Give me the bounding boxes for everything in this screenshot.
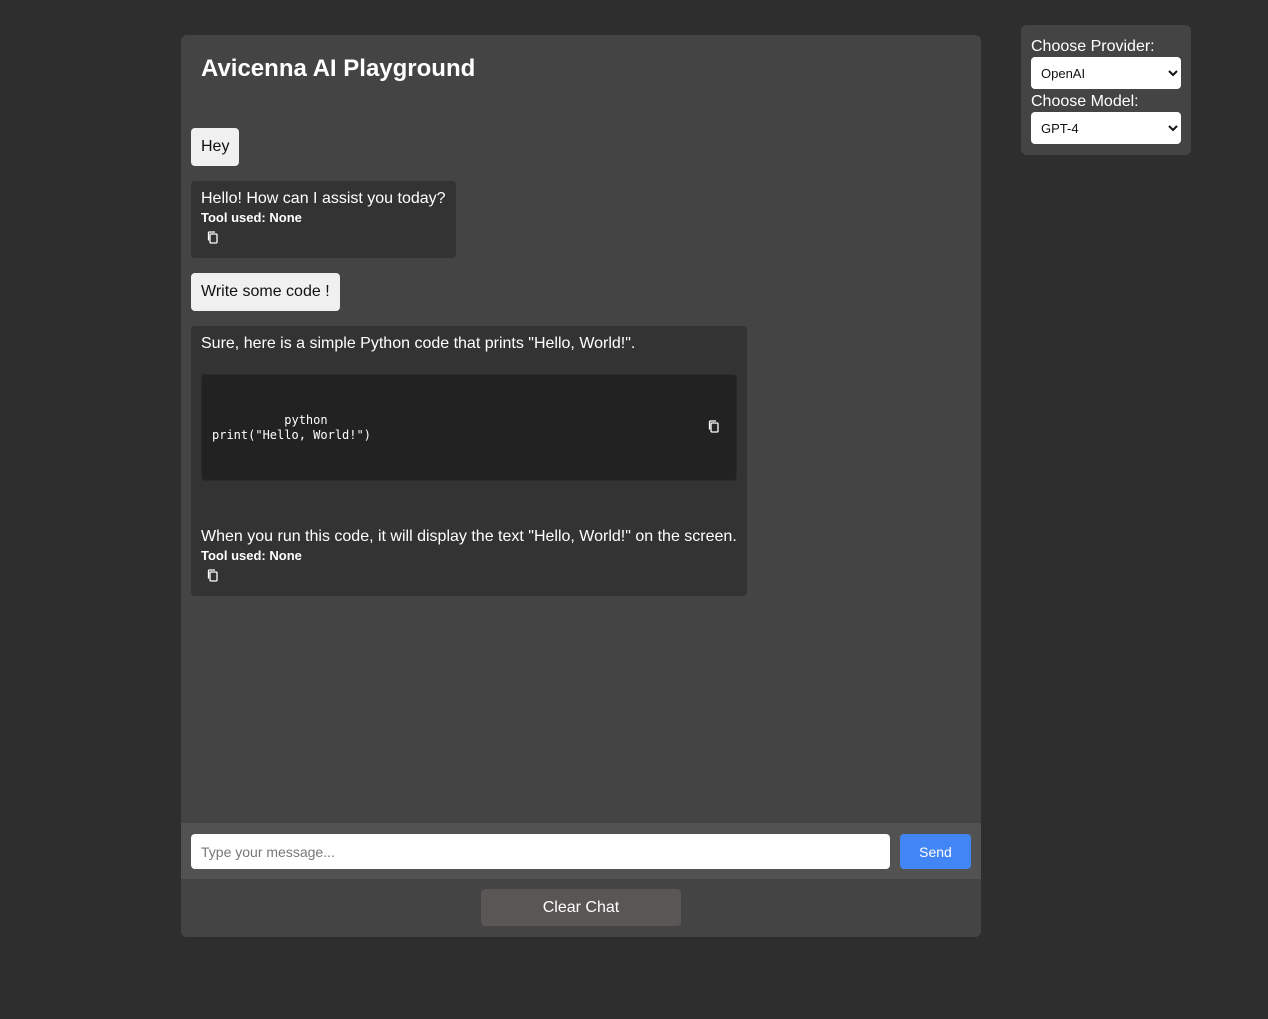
user-message: Hey <box>191 128 240 166</box>
copy-icon[interactable] <box>706 389 722 433</box>
message-text: Hello! How can I assist you today? <box>201 190 446 207</box>
provider-select[interactable]: OpenAI <box>1031 57 1181 89</box>
send-button[interactable]: Send <box>900 834 971 869</box>
tool-used-label: Tool used: None <box>201 548 302 563</box>
message-input[interactable] <box>191 834 890 869</box>
input-bar: Send <box>181 823 981 879</box>
message-text: When you run this code, it will display … <box>201 528 737 545</box>
settings-panel: Choose Provider: OpenAI Choose Model: GP… <box>1021 25 1191 155</box>
message-text: Write some code ! <box>201 283 330 300</box>
page-title: Avicenna AI Playground <box>201 55 476 82</box>
code-block: python print("Hello, World!") <box>201 374 737 481</box>
copy-icon[interactable] <box>205 568 221 584</box>
copy-icon[interactable] <box>205 230 221 246</box>
clear-chat-button[interactable]: Clear Chat <box>481 889 681 926</box>
code-content: python print("Hello, World!") <box>212 413 371 442</box>
message-text: Sure, here is a simple Python code that … <box>201 335 636 352</box>
model-select[interactable]: GPT-4 <box>1031 112 1181 144</box>
model-label: Choose Model: <box>1031 93 1139 110</box>
message-text: Hey <box>201 138 230 155</box>
message-list: Hey Hello! How can I assist you today? T… <box>191 128 971 596</box>
provider-label: Choose Provider: <box>1031 38 1155 55</box>
user-message: Write some code ! <box>191 273 340 311</box>
chat-panel: Avicenna AI Playground Hey Hello! How ca… <box>181 35 981 937</box>
assistant-message: Hello! How can I assist you today? Tool … <box>191 181 456 258</box>
tool-used-label: Tool used: None <box>201 210 302 225</box>
assistant-message: Sure, here is a simple Python code that … <box>191 326 747 596</box>
